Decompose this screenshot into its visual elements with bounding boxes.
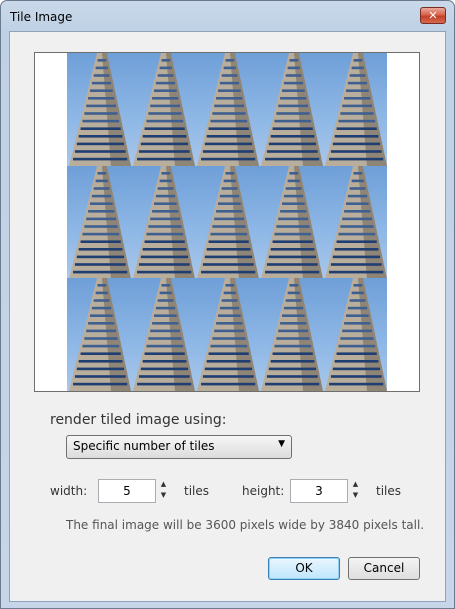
cancel-button[interactable]: Cancel xyxy=(348,557,420,580)
tile-image xyxy=(67,278,131,391)
height-input[interactable]: 3 xyxy=(290,479,348,503)
tile-image xyxy=(259,165,323,279)
ok-button[interactable]: OK xyxy=(268,557,340,580)
tiled-preview xyxy=(34,52,420,392)
dialog-title: Tile Image xyxy=(10,10,73,24)
height-spinner[interactable]: ▲ ▼ xyxy=(350,479,361,501)
tile-image xyxy=(323,278,387,391)
tile-image xyxy=(323,165,387,279)
width-input[interactable]: 5 xyxy=(98,479,156,503)
tile-image xyxy=(131,278,195,391)
render-mode-select[interactable]: Specific number of tiles ▼ xyxy=(66,435,292,459)
width-spinner[interactable]: ▲ ▼ xyxy=(158,479,169,501)
spin-up-icon[interactable]: ▲ xyxy=(350,479,361,490)
title-bar[interactable]: Tile Image ✕ xyxy=(1,1,454,31)
tile-grid xyxy=(67,53,387,391)
tile-image xyxy=(67,53,131,166)
width-unit: tiles xyxy=(184,484,210,498)
dialog-content: render tiled image using: Specific numbe… xyxy=(9,31,446,602)
close-icon: ✕ xyxy=(428,9,438,22)
tile-image-dialog: Tile Image ✕ render tiled image using: S… xyxy=(0,0,455,609)
final-size-info: The final image will be 3600 pixels wide… xyxy=(66,518,425,532)
tile-image xyxy=(131,53,195,166)
chevron-down-icon: ▼ xyxy=(278,439,285,449)
tile-image xyxy=(259,278,323,391)
spin-up-icon[interactable]: ▲ xyxy=(158,479,169,490)
tile-image xyxy=(131,165,195,279)
spin-down-icon[interactable]: ▼ xyxy=(158,490,169,501)
tile-image xyxy=(67,165,131,279)
tile-image xyxy=(259,53,323,166)
tile-image xyxy=(195,53,259,166)
render-mode-label: render tiled image using: xyxy=(50,412,227,428)
tile-image xyxy=(323,53,387,166)
close-button[interactable]: ✕ xyxy=(420,7,446,24)
spin-down-icon[interactable]: ▼ xyxy=(350,490,361,501)
tile-image xyxy=(195,278,259,391)
width-label: width: xyxy=(50,484,88,498)
render-mode-value: Specific number of tiles xyxy=(73,439,215,453)
height-label: height: xyxy=(242,484,285,498)
tile-image xyxy=(195,165,259,279)
height-unit: tiles xyxy=(376,484,402,498)
